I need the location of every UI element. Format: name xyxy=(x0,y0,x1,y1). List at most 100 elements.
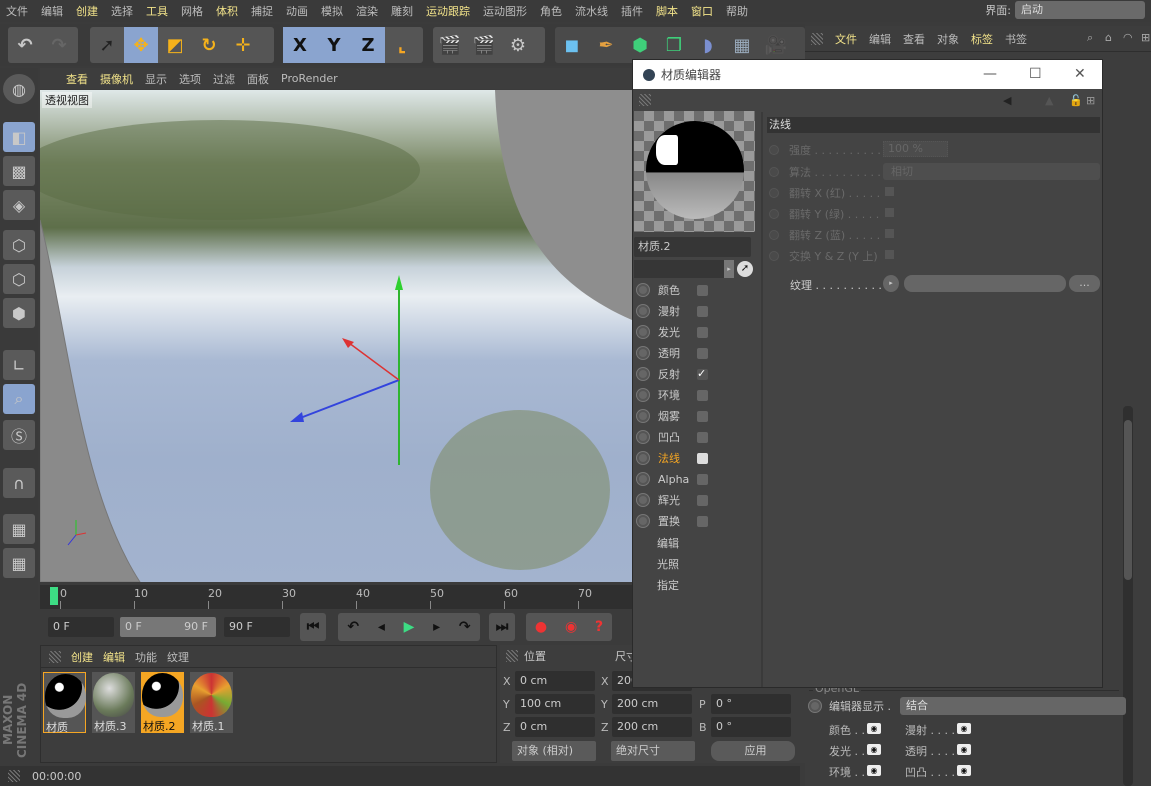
menu-item[interactable]: 帮助 xyxy=(726,3,748,19)
channel-radio-icon[interactable] xyxy=(637,473,649,485)
material-swatch[interactable]: 材质.2 xyxy=(141,672,184,733)
render-view-icon[interactable]: 🎬 xyxy=(433,27,467,63)
pos-z-field[interactable]: 0 cm xyxy=(515,717,595,737)
attributes-scrollbar[interactable] xyxy=(1123,406,1133,786)
editor-page-1[interactable]: 光照 xyxy=(657,556,679,572)
minimize-button[interactable]: — xyxy=(983,66,997,82)
menu-item[interactable]: 工具 xyxy=(146,3,168,19)
viewport-menu-item[interactable]: 查看 xyxy=(66,71,88,87)
auto-key-icon[interactable]: ◉ xyxy=(565,619,577,635)
anim-dot-icon[interactable] xyxy=(769,145,779,155)
channel-凹凸[interactable]: 凹凸 xyxy=(637,428,757,446)
object-manager-menu-item[interactable]: 编辑 xyxy=(869,31,891,47)
pos-x-field[interactable]: 0 cm xyxy=(515,671,595,691)
coordinate-system-icon[interactable]: ⌞ xyxy=(385,27,419,63)
new-panel-icon[interactable]: ⊞ xyxy=(1086,94,1095,107)
channel-checkbox[interactable] xyxy=(697,347,708,359)
deformer-icon[interactable]: ◗ xyxy=(691,27,725,63)
play-icon[interactable]: ▶ xyxy=(404,619,415,635)
y-axis-lock[interactable]: Y xyxy=(317,27,351,63)
channel-checkbox[interactable] xyxy=(697,473,708,485)
mm-menu-edit[interactable]: 编辑 xyxy=(103,649,125,665)
axis-mode-icon[interactable]: ∟ xyxy=(3,350,35,380)
mm-menu-texture[interactable]: 纹理 xyxy=(167,649,189,665)
rot-p-field[interactable]: 0 ° xyxy=(711,694,791,714)
edges-mode-icon[interactable]: ⬡ xyxy=(3,264,35,294)
channel-checkbox[interactable] xyxy=(697,305,708,317)
editor-display-dropdown[interactable]: 结合 xyxy=(900,697,1126,715)
z-axis-lock[interactable]: Z xyxy=(351,27,385,63)
make-editable-icon[interactable]: ◍ xyxy=(3,74,35,104)
channel-radio-icon[interactable] xyxy=(637,515,649,527)
mm-menu-create[interactable]: 创建 xyxy=(71,649,93,665)
material-swatch[interactable]: 材质.1 xyxy=(190,672,233,733)
object-manager-menu-item[interactable]: 标签 xyxy=(971,31,993,47)
object-manager-menu-item[interactable]: 对象 xyxy=(937,31,959,47)
channel-颜色[interactable]: 颜色 xyxy=(637,281,757,299)
channel-checkbox[interactable] xyxy=(697,515,708,527)
interface-dropdown[interactable]: 启动 xyxy=(1015,1,1145,19)
channel-烟雾[interactable]: 烟雾 xyxy=(637,407,757,425)
channel-radio-icon[interactable] xyxy=(637,494,649,506)
menu-item[interactable]: 角色 xyxy=(540,3,562,19)
viewport-menu-item[interactable]: 显示 xyxy=(145,71,167,87)
editor-display-anim-icon[interactable] xyxy=(809,700,821,712)
floor-icon[interactable]: ▦ xyxy=(725,27,759,63)
viewport-menu-item[interactable]: 摄像机 xyxy=(100,71,133,87)
select-tool-icon[interactable]: ➚ xyxy=(90,27,124,63)
lock-workplane-icon[interactable]: ▦ xyxy=(3,514,35,544)
eye-icon[interactable]: ◉ xyxy=(867,765,881,776)
viewport-menu-item[interactable]: 过滤 xyxy=(213,71,235,87)
eye-icon[interactable]: ◉ xyxy=(957,765,971,776)
next-key-icon[interactable]: ↷ xyxy=(459,619,471,635)
pick-arrow-icon[interactable]: ➚ xyxy=(737,261,753,277)
timeline-ruler[interactable]: 0 10 20 30 40 50 60 70 xyxy=(40,585,632,609)
flip-x-checkbox[interactable] xyxy=(885,187,894,196)
model-mode-icon[interactable]: ◧ xyxy=(3,122,35,152)
go-to-end-icon[interactable]: ⏭ xyxy=(489,613,515,641)
redo-icon[interactable]: ↷ xyxy=(42,27,76,63)
x-axis-lock[interactable]: X xyxy=(283,27,317,63)
end-frame-field[interactable]: 90 F xyxy=(224,617,290,637)
editor-page-0[interactable]: 编辑 xyxy=(657,535,679,551)
menu-item[interactable]: 捕捉 xyxy=(251,3,273,19)
eye-icon[interactable]: ◉ xyxy=(957,744,971,755)
object-manager-menu-item[interactable]: 查看 xyxy=(903,31,925,47)
channel-环境[interactable]: 环境 xyxy=(637,386,757,404)
object-manager-menu-item[interactable]: 文件 xyxy=(835,31,857,47)
eye-icon[interactable]: ◉ xyxy=(957,723,971,734)
scrollbar-thumb[interactable] xyxy=(1124,420,1132,580)
viewport-menu-item[interactable]: ProRender xyxy=(281,72,338,85)
size-mode-dropdown[interactable]: 绝对尺寸 xyxy=(611,741,695,761)
cube-icon[interactable]: ◼ xyxy=(555,27,589,63)
channel-radio-icon[interactable] xyxy=(637,368,649,380)
menu-item[interactable]: 插件 xyxy=(621,3,643,19)
object-manager-menu-item[interactable]: 书签 xyxy=(1005,31,1027,47)
anim-dot-icon[interactable] xyxy=(769,188,779,198)
search-icon[interactable]: ⌕ xyxy=(1087,31,1093,45)
flip-y-checkbox[interactable] xyxy=(885,208,894,217)
anim-dot-icon[interactable] xyxy=(769,251,779,261)
playhead[interactable] xyxy=(50,587,58,605)
anim-dot-icon[interactable] xyxy=(769,167,779,177)
mm-menu-function[interactable]: 功能 xyxy=(135,649,157,665)
menu-item[interactable]: 脚本 xyxy=(656,3,678,19)
menu-item[interactable]: 渲染 xyxy=(356,3,378,19)
lock-icon[interactable]: 🔓 xyxy=(1069,94,1083,107)
start-frame-field[interactable]: 0 F xyxy=(48,617,114,637)
channel-radio-icon[interactable] xyxy=(637,284,649,296)
channel-反射[interactable]: 反射 ✓ xyxy=(637,365,757,383)
workplane-rotate-icon[interactable]: ▦ xyxy=(3,548,35,578)
path-arrow-icon[interactable]: ▸ xyxy=(724,260,734,278)
channel-checkbox[interactable] xyxy=(697,410,708,422)
rot-b-field[interactable]: 0 ° xyxy=(711,717,791,737)
channel-checkbox[interactable] xyxy=(697,452,708,464)
home-icon[interactable]: ⌂ xyxy=(1105,31,1112,44)
array-icon[interactable]: ❐ xyxy=(657,27,691,63)
menu-item[interactable]: 流水线 xyxy=(575,3,608,19)
viewport-menu-item[interactable]: 选项 xyxy=(179,71,201,87)
material-name-field[interactable]: 材质.2 xyxy=(634,237,751,257)
channel-发光[interactable]: 发光 xyxy=(637,323,757,341)
menu-item[interactable]: 雕刻 xyxy=(391,3,413,19)
channel-checkbox[interactable] xyxy=(697,326,708,338)
